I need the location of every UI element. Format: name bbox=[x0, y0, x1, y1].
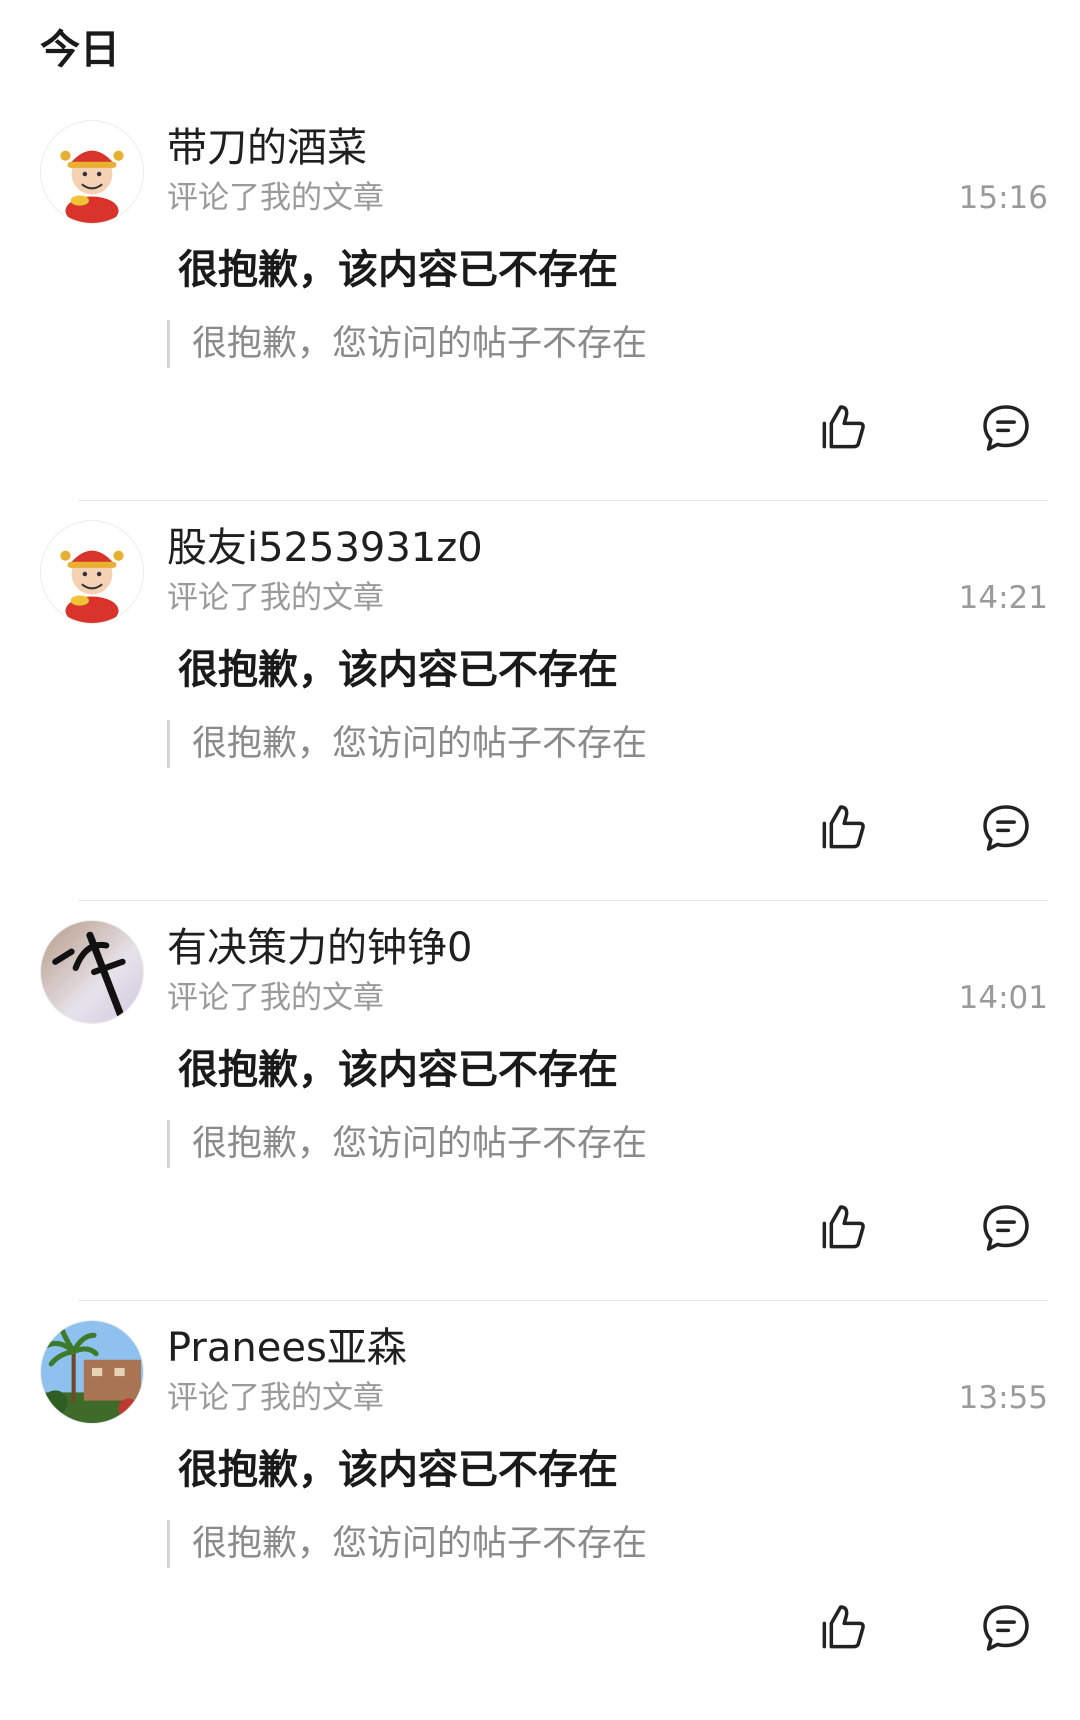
username[interactable]: 有决策力的钟铮0 bbox=[167, 920, 472, 976]
notification-item[interactable]: 有决策力的钟铮0 评论了我的文章 14:01 很抱歉，该内容已不存在 很抱歉，您… bbox=[0, 920, 1080, 1320]
username[interactable]: Pranees亚森 bbox=[167, 1320, 407, 1376]
thumbs-up-icon bbox=[822, 405, 865, 449]
action-text: 评论了我的文章 bbox=[167, 580, 384, 616]
caishen-avatar-icon bbox=[41, 121, 143, 223]
thumbs-up-icon bbox=[822, 1205, 865, 1249]
avatar[interactable] bbox=[40, 520, 144, 624]
section-header-today: 今日 bbox=[40, 27, 120, 73]
reply-button[interactable] bbox=[978, 800, 1034, 856]
divider bbox=[78, 900, 1048, 901]
timestamp: 14:01 bbox=[958, 980, 1048, 1016]
notification-item[interactable]: Pranees亚森 评论了我的文章 13:55 很抱歉，该内容已不存在 很抱歉，… bbox=[0, 1320, 1080, 1720]
comment-bubble-icon bbox=[983, 405, 1029, 451]
comment-text[interactable]: 很抱歉，该内容已不存在 bbox=[178, 240, 618, 300]
quoted-post[interactable]: 很抱歉，您访问的帖子不存在 bbox=[167, 320, 647, 368]
comment-bubble-icon bbox=[983, 1605, 1029, 1651]
action-text: 评论了我的文章 bbox=[167, 180, 384, 216]
notification-item[interactable]: 股友i5253931z0 评论了我的文章 14:21 很抱歉，该内容已不存在 很… bbox=[0, 520, 1080, 920]
like-button[interactable] bbox=[815, 1600, 871, 1656]
divider bbox=[78, 1300, 1048, 1301]
avatar[interactable] bbox=[40, 1320, 144, 1424]
reply-button[interactable] bbox=[978, 1600, 1034, 1656]
comment-bubble-icon bbox=[983, 1205, 1029, 1251]
palm-house-photo-icon bbox=[41, 1321, 143, 1423]
avatar[interactable] bbox=[40, 120, 144, 224]
like-button[interactable] bbox=[815, 400, 871, 456]
action-text: 评论了我的文章 bbox=[167, 980, 384, 1016]
quoted-post[interactable]: 很抱歉，您访问的帖子不存在 bbox=[167, 720, 647, 768]
like-button[interactable] bbox=[815, 800, 871, 856]
thumbs-up-icon bbox=[822, 805, 865, 849]
quoted-post[interactable]: 很抱歉，您访问的帖子不存在 bbox=[167, 1120, 647, 1168]
reply-button[interactable] bbox=[978, 400, 1034, 456]
username[interactable]: 带刀的酒菜 bbox=[167, 120, 367, 176]
comment-text[interactable]: 很抱歉，该内容已不存在 bbox=[178, 1440, 618, 1500]
comment-text[interactable]: 很抱歉，该内容已不存在 bbox=[178, 640, 618, 700]
handwriting-photo-icon bbox=[41, 921, 143, 1023]
username[interactable]: 股友i5253931z0 bbox=[167, 520, 483, 576]
notification-item[interactable]: 带刀的酒菜 评论了我的文章 15:16 很抱歉，该内容已不存在 很抱歉，您访问的… bbox=[0, 120, 1080, 520]
action-text: 评论了我的文章 bbox=[167, 1380, 384, 1416]
avatar[interactable] bbox=[40, 920, 144, 1024]
divider bbox=[78, 500, 1048, 501]
comment-bubble-icon bbox=[983, 805, 1029, 851]
thumbs-up-icon bbox=[822, 1605, 865, 1649]
reply-button[interactable] bbox=[978, 1200, 1034, 1256]
timestamp: 13:55 bbox=[958, 1380, 1048, 1416]
caishen-avatar-icon bbox=[41, 521, 143, 623]
timestamp: 15:16 bbox=[958, 180, 1048, 216]
timestamp: 14:21 bbox=[958, 580, 1048, 616]
quoted-post[interactable]: 很抱歉，您访问的帖子不存在 bbox=[167, 1520, 647, 1568]
like-button[interactable] bbox=[815, 1200, 871, 1256]
comment-text[interactable]: 很抱歉，该内容已不存在 bbox=[178, 1040, 618, 1100]
